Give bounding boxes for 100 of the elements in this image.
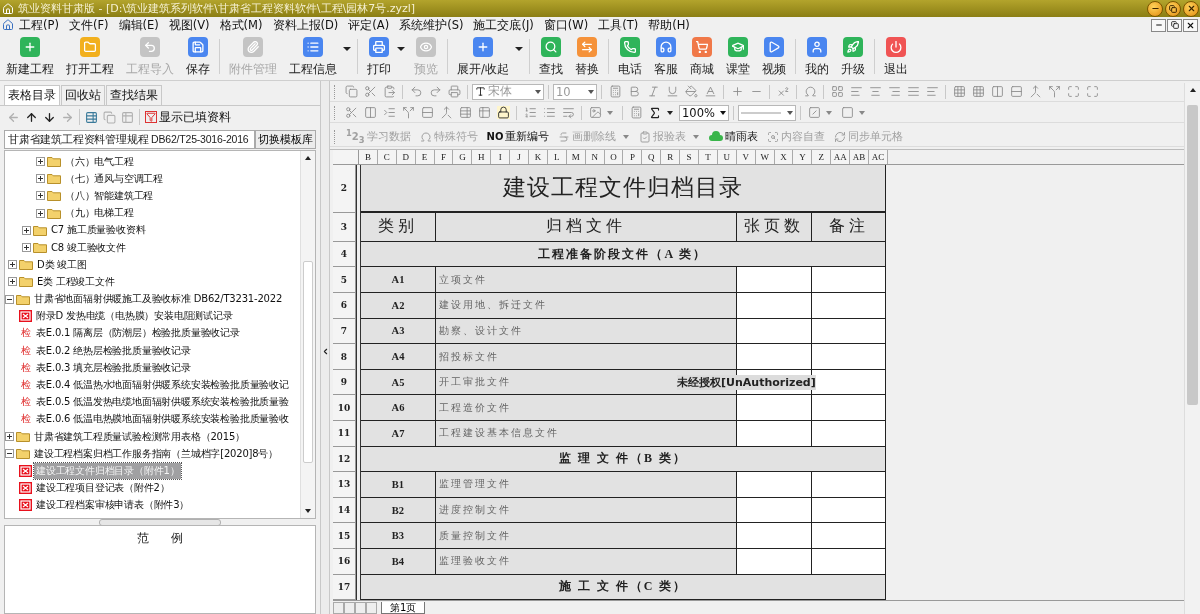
column-header[interactable]: Y xyxy=(793,150,813,164)
table-cell[interactable] xyxy=(737,523,812,549)
minimize-button[interactable] xyxy=(1147,0,1163,17)
video-button[interactable]: 视频 xyxy=(755,33,792,77)
table-cell[interactable] xyxy=(812,318,886,345)
menu-item[interactable]: 资料上报(D) xyxy=(267,17,344,33)
classroom-button[interactable]: 课堂 xyxy=(719,33,756,77)
replace-button[interactable]: 替换 xyxy=(568,33,605,77)
expand-toggle[interactable] xyxy=(36,208,45,218)
support-button[interactable]: 客服 xyxy=(647,33,684,77)
undo-icon[interactable] xyxy=(409,85,423,98)
grid-icon[interactable] xyxy=(952,85,966,98)
column-header[interactable]: AB xyxy=(850,150,870,164)
columns-icon[interactable] xyxy=(363,106,377,119)
line-style-combo[interactable] xyxy=(738,104,796,121)
grid-icon[interactable] xyxy=(971,85,985,98)
tree-item[interactable]: 建设工程档案审核申请表（附件3） xyxy=(34,497,192,514)
column-header[interactable]: G xyxy=(453,150,473,164)
table-cell[interactable] xyxy=(737,497,812,524)
table-cell[interactable] xyxy=(812,421,886,447)
menu-item[interactable]: 格式(M) xyxy=(214,17,268,33)
table-cell[interactable] xyxy=(812,395,886,421)
project-info-button[interactable]: 工程信息 xyxy=(283,33,343,77)
tree-item[interactable]: E类 工程竣工文件 xyxy=(35,273,117,290)
expand-toggle[interactable] xyxy=(36,174,45,184)
table-cell[interactable] xyxy=(737,472,812,498)
expand-toggle[interactable] xyxy=(8,260,17,270)
expand-toggle[interactable] xyxy=(5,449,14,459)
table-cell[interactable] xyxy=(737,293,812,319)
first-sheet-button[interactable] xyxy=(333,602,344,614)
border-diagonal-icon[interactable] xyxy=(807,106,821,119)
tree-item[interactable]: 建设工程项目登记表（附件2） xyxy=(34,480,172,497)
scrollbar[interactable] xyxy=(1184,83,1200,614)
tree-item[interactable]: D类 竣工图 xyxy=(35,256,89,273)
table-icon[interactable] xyxy=(477,106,491,119)
table-icon[interactable] xyxy=(458,106,472,119)
last-sheet-button[interactable] xyxy=(366,602,377,614)
merge-icon[interactable] xyxy=(439,106,453,119)
column-header[interactable]: B xyxy=(359,150,378,164)
tree-item[interactable]: 表E.0.4 低温热水地面辐射供暖系统安装检验批质量验收记 xyxy=(34,377,291,394)
table-cell[interactable] xyxy=(737,318,812,345)
table-cell[interactable] xyxy=(812,523,886,549)
close-button[interactable] xyxy=(1183,18,1198,32)
expand-collapse-button[interactable]: 展开/收起 xyxy=(451,33,515,77)
lock-icon[interactable] xyxy=(496,106,510,119)
tree-item[interactable]: C7 施工质量验收资料 xyxy=(49,222,148,239)
tool-button[interactable]: 晴雨表 xyxy=(705,129,763,144)
next-sheet-button[interactable] xyxy=(355,602,366,614)
cut-icon[interactable] xyxy=(344,106,358,119)
phone-button[interactable]: 电话 xyxy=(611,33,648,77)
paint-bucket-icon[interactable] xyxy=(684,85,698,98)
merge-icon[interactable] xyxy=(1028,85,1042,98)
expand-toggle[interactable] xyxy=(5,432,14,442)
menu-item[interactable]: 编辑(E) xyxy=(113,17,164,33)
table-cell[interactable] xyxy=(812,293,886,319)
expand-toggle[interactable] xyxy=(36,191,45,201)
column-header[interactable]: R xyxy=(661,150,681,164)
exit-button[interactable]: 退出 xyxy=(877,33,914,77)
tree-item[interactable]: 表E.0.3 填充层检验批质量验收记录 xyxy=(34,359,193,376)
column-header[interactable]: P xyxy=(623,150,643,164)
menu-item[interactable]: 窗口(W) xyxy=(538,17,594,33)
table-cell[interactable] xyxy=(812,472,886,498)
menu-item[interactable]: 评定(A) xyxy=(343,17,395,33)
superscript-icon[interactable] xyxy=(776,85,790,98)
table-cell[interactable] xyxy=(812,497,886,524)
table-cell[interactable] xyxy=(737,344,812,370)
table-cell[interactable] xyxy=(812,344,886,370)
save-button[interactable]: 保存 xyxy=(180,33,216,77)
sheet-tab[interactable]: 第1页 xyxy=(381,602,426,614)
menu-item[interactable]: 施工交底(J) xyxy=(468,17,539,33)
tree-item[interactable]: （七）通风与空调工程 xyxy=(63,170,165,187)
menu-item[interactable]: 帮助(H) xyxy=(643,17,695,33)
menu-item[interactable]: 工具(T) xyxy=(593,17,644,33)
column-header[interactable]: K xyxy=(529,150,548,164)
maximize-icon[interactable] xyxy=(1066,85,1080,98)
column-header[interactable]: Z xyxy=(812,150,832,164)
open-project-button[interactable]: 打开工程 xyxy=(60,33,120,77)
new-project-button[interactable]: 新建工程 xyxy=(0,33,60,77)
caret-icon[interactable] xyxy=(667,110,673,115)
tree-item[interactable]: 建设工程档案归档工作服务指南（兰城档字[2020]8号） xyxy=(32,445,280,462)
numbered-list-icon[interactable] xyxy=(523,106,537,119)
up-arrow-icon[interactable] xyxy=(25,110,38,124)
underline-icon[interactable] xyxy=(665,85,679,98)
menu-item[interactable]: 文件(F) xyxy=(63,17,114,33)
column-header[interactable]: AA xyxy=(831,150,851,164)
symbol-icon[interactable] xyxy=(803,85,817,98)
caret-icon[interactable] xyxy=(343,47,351,51)
tree-item[interactable]: 表E.0.1 隔离层（防潮层）检验批质量验收记录 xyxy=(34,325,242,342)
column-header[interactable]: AC xyxy=(869,150,888,164)
panel-tab[interactable]: 回收站 xyxy=(61,85,105,105)
profile-button[interactable]: 我的 xyxy=(798,33,835,77)
restore-button[interactable] xyxy=(1167,18,1182,32)
cut-icon[interactable] xyxy=(363,85,377,98)
font-color-icon[interactable] xyxy=(703,85,717,98)
show-filled-button[interactable]: 显示已填资料 xyxy=(145,109,231,125)
panel-tab[interactable]: 表格目录 xyxy=(4,85,60,105)
layout-icon[interactable] xyxy=(830,85,844,98)
menu-item[interactable]: 视图(V) xyxy=(163,17,215,33)
caret-icon[interactable] xyxy=(397,47,405,51)
scrollbar[interactable] xyxy=(300,151,315,518)
